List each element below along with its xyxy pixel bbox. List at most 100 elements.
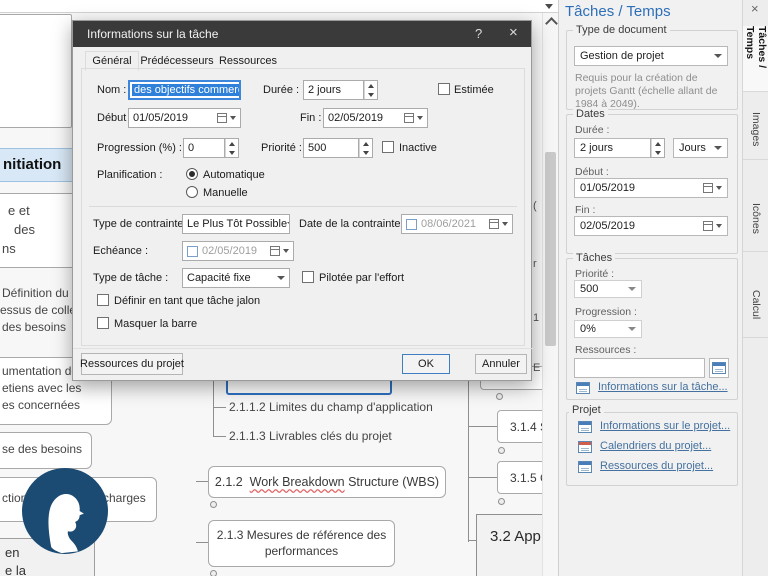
chevron-down-icon [502, 222, 508, 226]
panel-duree-input[interactable]: 2 jours [574, 138, 651, 158]
estimee-checkbox[interactable] [438, 83, 450, 95]
type-document-select[interactable]: Gestion de projet [574, 46, 728, 66]
project-info-icon [578, 421, 592, 433]
duree-spinner[interactable] [363, 80, 378, 100]
topic-documentation-line: es concernées [2, 398, 80, 412]
topic-initiation-label: nitiation [3, 156, 61, 173]
ressources-picker-button[interactable] [709, 358, 729, 378]
canvas-box-blank[interactable] [0, 14, 72, 128]
priorite-label: Priorité : [261, 142, 302, 154]
panel-priorite-label: Priorité : [575, 268, 614, 280]
panel-unite-select[interactable]: Jours [673, 138, 728, 158]
cancel-button[interactable]: Annuler [475, 354, 527, 374]
jalon-checkbox[interactable] [97, 294, 109, 306]
clipped-text-fragment: E [533, 362, 540, 374]
panel-progression-select[interactable]: 0% [574, 320, 642, 338]
side-tab-images[interactable]: Images [743, 100, 768, 160]
jalon-label: Définir en tant que tâche jalon [114, 295, 260, 307]
panel-priorite-select[interactable]: 500 [574, 280, 642, 298]
topic-definition-line[interactable]: Définition du [2, 286, 69, 300]
priorite-spinner[interactable] [358, 138, 373, 158]
project-info-link[interactable]: Informations sur le projet... [600, 420, 730, 432]
type-tache-select[interactable]: Capacité fixe [182, 268, 290, 288]
date-contrainte-input[interactable]: 08/06/2021 [401, 214, 513, 234]
topic-perf-box[interactable]: 2.1.3 Mesures de référence des performan… [208, 520, 395, 567]
panel-ressources-input[interactable] [574, 358, 705, 378]
fin-date-input[interactable]: 02/05/2019 [323, 108, 428, 128]
panel-ressources-label: Ressources : [575, 344, 636, 356]
ressources-projet-button[interactable]: Ressources du projet [81, 353, 183, 375]
panel-close-icon[interactable]: × [751, 1, 759, 16]
connector-line [468, 477, 497, 478]
dialog-titlebar[interactable]: Informations sur la tâche ? × [73, 21, 531, 47]
scrollbar-up-icon[interactable] [545, 17, 558, 30]
canvas-scrollbar[interactable] [542, 13, 558, 576]
panel-duree-spinner[interactable] [650, 138, 665, 158]
help-button[interactable]: ? [475, 26, 482, 41]
chevron-down-icon [230, 116, 236, 120]
type-tache-label: Type de tâche : [93, 272, 168, 284]
panel-debut-input[interactable]: 01/05/2019 [574, 178, 728, 198]
connector-line [213, 436, 226, 437]
expand-node-icon[interactable] [210, 570, 217, 576]
progression-label: Progression (%) : [97, 142, 182, 154]
ok-button[interactable]: OK [402, 354, 450, 374]
topic-definition-line[interactable]: des besoins [2, 320, 66, 334]
nom-input[interactable]: des objectifs commerciaux) [128, 80, 241, 100]
calendar-icon[interactable] [270, 246, 280, 256]
echeance-input[interactable]: 02/05/2019 [182, 241, 294, 261]
echeance-checkbox[interactable] [187, 246, 198, 257]
connector-line [213, 407, 226, 408]
expand-node-icon[interactable] [496, 393, 503, 400]
topic-partial-line: ns [2, 241, 16, 256]
pilotee-checkbox[interactable] [302, 271, 314, 283]
collapse-ribbon-arrow-icon[interactable] [545, 4, 553, 9]
topic-wbs-box[interactable]: 2.1.2 Work Breakdown Structure (WBS) [208, 466, 446, 498]
expand-node-icon[interactable] [498, 447, 505, 454]
date-contrainte-checkbox[interactable] [406, 219, 417, 230]
clipped-text-fragment: r [533, 258, 537, 270]
close-icon[interactable]: × [509, 24, 518, 41]
misspelled-text: Work Breakdown [250, 475, 345, 489]
scrollbar-thumb[interactable] [545, 152, 556, 346]
inactive-checkbox[interactable] [382, 141, 394, 153]
panel-fin-input[interactable]: 02/05/2019 [574, 216, 728, 236]
calendar-icon[interactable] [404, 113, 414, 123]
progression-input[interactable]: 0 [183, 138, 225, 158]
topic-partial-line: des [14, 222, 35, 237]
tab-predecesseurs[interactable]: Prédécesseurs [139, 53, 215, 68]
clipped-text-fragment: ( [533, 200, 537, 212]
task-info-link[interactable]: Informations sur la tâche... [598, 381, 728, 393]
project-resources-link[interactable]: Ressources du projet... [600, 460, 713, 472]
manuelle-radio[interactable] [186, 186, 198, 198]
debut-date-input[interactable]: 01/05/2019 [128, 108, 241, 128]
project-calendars-link[interactable]: Calendriers du projet... [600, 440, 711, 452]
dialog-title: Informations sur la tâche [87, 27, 218, 41]
progression-spinner[interactable] [224, 138, 239, 158]
expand-node-icon[interactable] [210, 501, 217, 508]
duree-input[interactable]: 2 jours [303, 80, 364, 100]
calendar-icon[interactable] [489, 219, 499, 229]
calendar-icon[interactable] [703, 221, 713, 231]
expand-node-icon[interactable] [498, 498, 505, 505]
side-tab-taches-temps[interactable]: Tâches / Temps [743, 26, 768, 92]
priorite-input[interactable]: 500 [303, 138, 359, 158]
contrainte-select[interactable]: Le Plus Tôt Possible [182, 214, 290, 234]
automatique-radio[interactable] [186, 168, 198, 180]
side-tab-calcul[interactable]: Calcul [743, 272, 768, 338]
topic-2112[interactable]: 2.1.1.2 Limites du champ d'application [229, 400, 433, 414]
topic-definition-line[interactable]: essus de collec [0, 303, 82, 317]
echeance-label: Echéance : [93, 245, 148, 257]
calendar-icon[interactable] [217, 113, 227, 123]
side-tab-icones[interactable]: Icônes [743, 186, 768, 252]
topic-2113[interactable]: 2.1.1.3 Livrables clés du projet [229, 429, 392, 443]
calendar-icon[interactable] [703, 183, 713, 193]
connector-line [468, 378, 469, 542]
topic-documentation-line: etiens avec les [2, 381, 81, 395]
pilotee-label: Pilotée par l'effort [319, 272, 404, 284]
panel-title: Tâches / Temps [565, 3, 671, 20]
masquer-checkbox[interactable] [97, 317, 109, 329]
tab-ressources[interactable]: Ressources [217, 53, 279, 68]
project-calendars-icon [578, 441, 592, 453]
planification-label: Planification : [97, 169, 162, 181]
